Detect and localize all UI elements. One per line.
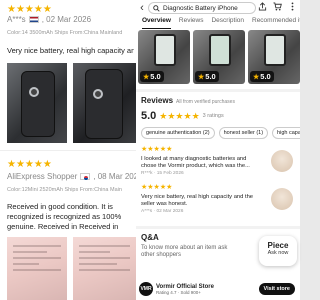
review-2-meta: Color:12Mini 2520mAh Ships From:China Ma… <box>7 187 122 193</box>
thumb-rating: ★ 5.0 <box>250 71 274 82</box>
chip-genuine[interactable]: genuine authentication (2) <box>141 127 215 139</box>
review-2-text: Received in good condition. It is recogn… <box>7 202 122 231</box>
review-1-stars: ★★★★★ <box>7 4 52 15</box>
floating-card-title: Piece <box>267 241 289 250</box>
search-input[interactable]: Diagnostic Battery iPhone <box>148 2 256 14</box>
review-item-stars: ★★★★★ <box>141 184 173 191</box>
floating-ask-card[interactable]: Piece Ask now <box>259 236 297 266</box>
chip-high-capacity[interactable]: high capacity <box>272 127 300 139</box>
rating-stars: ★★★★★ <box>159 111 200 121</box>
review-2-stars: ★★★★★ <box>7 159 52 170</box>
store-name: Vormir Official Store <box>156 283 214 290</box>
tab-bar: Overview Reviews Description Recommended… <box>136 17 300 29</box>
review-2-date: , 08 Mar 2026 <box>93 172 136 181</box>
more-icon[interactable] <box>288 2 297 11</box>
south-korea-flag-icon <box>80 173 91 180</box>
qa-subtitle: To know more about an item ask other sho… <box>141 245 228 258</box>
review-1-header: A***s , 02 Mar 2026 <box>7 15 91 24</box>
visit-store-button[interactable]: Visit store <box>258 283 295 295</box>
chip-honest-seller[interactable]: honest seller (1) <box>218 127 269 139</box>
review-1-text: Very nice battery, real high capacity an… <box>7 46 134 55</box>
review-item-thumbnail[interactable] <box>271 188 293 210</box>
review-1-photo-1[interactable] <box>7 63 67 143</box>
tab-description[interactable]: Description <box>211 17 244 29</box>
thumb-rating: ★ 5.0 <box>140 71 164 82</box>
back-arrow-icon[interactable]: ‹ <box>136 2 148 14</box>
review-item[interactable]: ★★★★★ Very nice battery, real high capac… <box>141 183 261 214</box>
review-2-photo-1[interactable] <box>7 237 67 300</box>
star-icon: ★ <box>143 73 150 81</box>
star-icon: ★ <box>253 73 260 81</box>
review-photo-gallery: ★ 5.0 ★ 5.0 ★ 5.0 <box>138 30 300 84</box>
gallery-thumb[interactable]: ★ 5.0 <box>138 30 190 84</box>
gallery-thumb[interactable]: ★ 5.0 <box>193 30 245 84</box>
search-icon <box>153 4 160 12</box>
review-item-stars: ★★★★★ <box>141 146 173 153</box>
review-tag-chips: genuine authentication (2) honest seller… <box>141 127 300 139</box>
qa-title: Q&A <box>141 233 159 242</box>
tab-recommended[interactable]: Recommended items <box>252 17 300 29</box>
review-item-thumbnail[interactable] <box>271 150 293 172</box>
review-item[interactable]: ★★★★★ I looked at many diagnostic batter… <box>141 145 261 176</box>
review-2-photo-2[interactable] <box>73 237 136 300</box>
top-icons <box>258 2 297 11</box>
review-item-text: I looked at many diagnostic batteries an… <box>141 156 250 169</box>
tab-reviews[interactable]: Reviews <box>179 17 204 29</box>
gallery-thumb[interactable]: ★ 5.0 <box>248 30 300 84</box>
share-icon[interactable] <box>258 2 267 11</box>
cart-icon[interactable] <box>273 2 282 11</box>
store-logo: VMR <box>139 282 153 296</box>
review-item-text: Very nice battery, real high capacity an… <box>141 194 254 207</box>
ask-now-button[interactable]: Ask now <box>259 250 297 256</box>
left-review-panel: ★★★★★ A***s , 02 Mar 2026 Color:14 3500m… <box>0 0 136 300</box>
star-icon: ★ <box>198 73 205 81</box>
review-1-photo-2[interactable] <box>73 63 136 143</box>
review-1-date: , 02 Mar 2026 <box>41 15 92 24</box>
review-1-author: A***s <box>7 15 26 24</box>
reviews-title: Reviews <box>141 96 174 105</box>
thumb-rating: ★ 5.0 <box>195 71 219 82</box>
netherlands-flag-icon <box>28 16 39 23</box>
review-1-meta: Color:14 3500mAh Ships From:China Mainla… <box>7 30 123 36</box>
rating-score: 5.0 <box>141 110 157 122</box>
store-stats: Rating 4.7 · Sold 900+ <box>156 289 201 295</box>
rating-summary: 5.0 ★★★★★ 3 ratings <box>141 110 224 122</box>
tab-overview[interactable]: Overview <box>142 17 171 29</box>
rating-count: 3 ratings <box>202 113 224 119</box>
review-2-author: AliExpress Shopper <box>7 172 78 181</box>
review-2-header: AliExpress Shopper , 08 Mar 2026 <box>7 172 136 181</box>
review-item-meta: A***s · 02 Mar 2026 <box>141 209 184 214</box>
verified-note: All from verified purchases <box>176 99 235 105</box>
search-query: Diagnostic Battery iPhone <box>163 4 238 12</box>
reviews-header: Reviews All from verified purchases <box>141 96 235 105</box>
review-item-meta: R***k · 15 Feb 2026 <box>141 171 184 176</box>
